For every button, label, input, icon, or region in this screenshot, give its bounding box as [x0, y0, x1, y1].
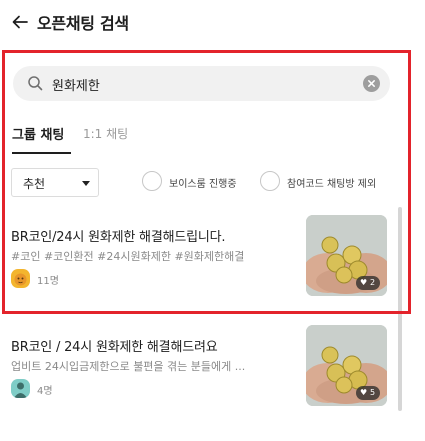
clear-search-button[interactable] — [363, 75, 380, 92]
member-count: 4명 — [37, 386, 53, 397]
search-input[interactable] — [52, 73, 352, 95]
like-badge: ♥ 2 — [356, 276, 380, 290]
heart-icon: ♥ — [360, 278, 368, 287]
chat-room-title: BR코인/24시 원화제한 해결해드립니다. — [11, 230, 226, 245]
page-title: 오픈채팅 검색 — [37, 14, 129, 33]
search-bar[interactable] — [13, 66, 390, 101]
caret-down-icon — [82, 181, 90, 186]
arrow-left-icon — [12, 15, 28, 29]
like-badge: ♥ 5 — [356, 386, 380, 400]
scrollbar[interactable] — [398, 207, 402, 411]
chat-room-thumbnail: ♥ 2 — [306, 215, 387, 296]
chat-room-tags: #코인 #코인환전 #24시원화제한 #원화제한해결 — [11, 250, 245, 263]
checkbox-circle[interactable] — [142, 171, 162, 191]
heart-icon: ♥ — [360, 388, 368, 397]
exclude-code-room-label: 참여코드 채팅방 제외 — [287, 179, 377, 190]
tab-bar: 그룹 채팅 1:1 채팅 — [12, 124, 402, 154]
search-icon — [28, 76, 43, 91]
checkbox-circle[interactable] — [260, 171, 280, 191]
host-avatar — [11, 269, 30, 288]
clear-icon — [368, 80, 375, 87]
filter-bar: 추천 보이스룸 진행중 참여코드 채팅방 제외 — [11, 168, 411, 198]
voiceroom-filter-label: 보이스룸 진행중 — [169, 179, 237, 190]
chat-room-description: 업비트 24시입금제한으로 불편을 겪는 분들에게 ... — [11, 360, 246, 373]
header: 오픈채팅 검색 — [0, 0, 425, 44]
tab-one-on-one-chat[interactable]: 1:1 채팅 — [83, 125, 128, 142]
host-avatar — [11, 379, 30, 398]
sort-dropdown-label: 추천 — [23, 177, 46, 191]
chat-room-item[interactable]: BR코인 / 24시 원화제한 해결해드려요 업비트 24시입금제한으로 불편을… — [11, 325, 387, 415]
back-button[interactable] — [11, 13, 29, 31]
sort-dropdown[interactable]: 추천 — [11, 168, 99, 197]
member-count: 11명 — [37, 276, 59, 287]
tab-group-chat[interactable]: 그룹 채팅 — [12, 124, 71, 154]
like-count: 2 — [370, 278, 376, 287]
chat-room-item[interactable]: BR코인/24시 원화제한 해결해드립니다. #코인 #코인환전 #24시원화제… — [11, 215, 387, 305]
like-count: 5 — [370, 388, 376, 397]
chat-room-title: BR코인 / 24시 원화제한 해결해드려요 — [11, 340, 218, 355]
chat-room-thumbnail: ♥ 5 — [306, 325, 387, 406]
